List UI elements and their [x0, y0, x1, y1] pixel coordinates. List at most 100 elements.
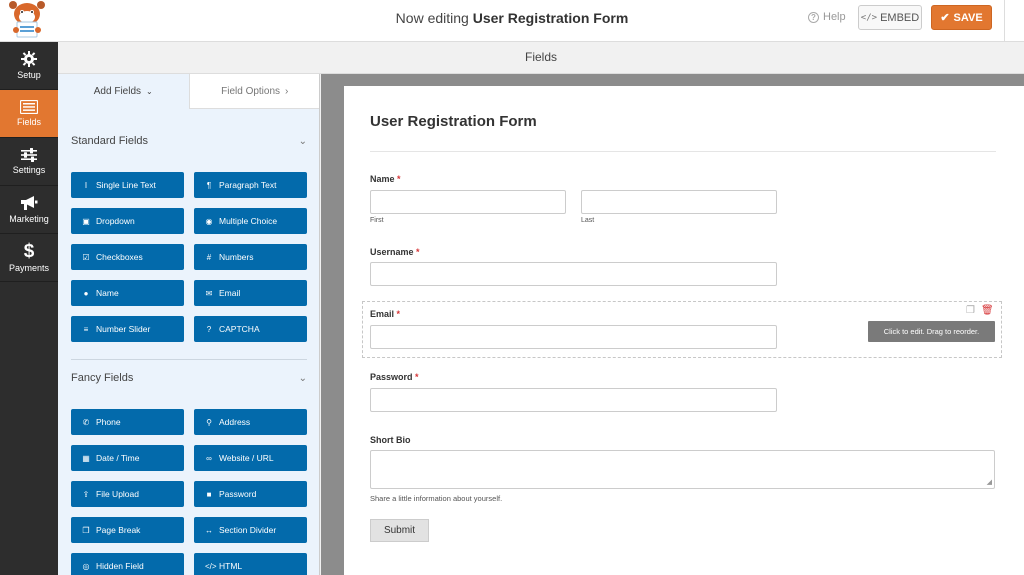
- user-icon: ●: [83, 288, 89, 298]
- field-button-date-time[interactable]: ▦ Date / Time: [71, 445, 184, 471]
- tab-add-fields[interactable]: Add Fields ⌄: [58, 74, 189, 109]
- field-button-paragraph-text[interactable]: ¶ Paragraph Text: [194, 172, 307, 198]
- field-button-file-upload[interactable]: ⇪ File Upload: [71, 481, 184, 507]
- field-button-single-line-text[interactable]: I Single Line Text: [71, 172, 184, 198]
- field-button-label: Checkboxes: [96, 252, 143, 262]
- field-button-label: Website / URL: [219, 453, 274, 463]
- field-button-label: Number Slider: [96, 324, 151, 334]
- editing-prefix: Now editing: [395, 10, 469, 26]
- megaphone-icon: [21, 196, 38, 210]
- top-bar: Now editing User Registration Form ? Hel…: [0, 0, 1024, 42]
- field-button-label: Password: [219, 489, 257, 499]
- field-button-section-divider[interactable]: ↔ Section Divider: [194, 517, 307, 543]
- fields-panel: Add Fields ⌄ Field Options › Standard Fi…: [58, 74, 320, 575]
- nav-payments[interactable]: $ Payments: [0, 234, 58, 282]
- chevron-down-icon: ⌄: [298, 135, 307, 147]
- section-header: Fields: [58, 42, 1024, 74]
- field-button-label: Phone: [96, 417, 121, 427]
- field-button-label: Section Divider: [219, 525, 277, 535]
- nav-marketing[interactable]: Marketing: [0, 186, 58, 234]
- nav-setup[interactable]: Setup: [0, 42, 58, 90]
- field-button-label: Hidden Field: [96, 561, 144, 571]
- field-button-label: Address: [219, 417, 251, 427]
- field-button-label: Numbers: [219, 252, 254, 262]
- field-button-website-url[interactable]: ∞ Website / URL: [194, 445, 307, 471]
- tab-field-options[interactable]: Field Options ›: [188, 74, 319, 109]
- required-mark: *: [396, 309, 401, 319]
- email-label: Email *: [370, 309, 400, 319]
- field-button-label: Page Break: [96, 525, 141, 535]
- field-button-name[interactable]: ● Name: [71, 280, 184, 306]
- embed-label: EMBED: [880, 11, 920, 24]
- paragraph-icon: ¶: [206, 180, 212, 190]
- eye-slash-icon: ◎: [82, 561, 90, 571]
- standard-fields-header[interactable]: Standard Fields ⌄: [71, 124, 307, 158]
- embed-button[interactable]: </> EMBED: [858, 5, 922, 30]
- field-button-number-slider[interactable]: ≡ Number Slider: [71, 316, 184, 342]
- save-label: SAVE: [953, 11, 983, 24]
- field-button-label: Single Line Text: [96, 180, 156, 190]
- password-input[interactable]: [370, 388, 777, 412]
- panel-tabs: Add Fields ⌄ Field Options ›: [58, 74, 319, 109]
- field-button-page-break[interactable]: ❐ Page Break: [71, 517, 184, 543]
- help-link[interactable]: ? Help: [808, 11, 846, 23]
- field-button-label: Paragraph Text: [219, 180, 277, 190]
- first-sublabel: First: [370, 217, 384, 224]
- required-mark: *: [397, 174, 401, 184]
- field-button-captcha[interactable]: ? CAPTCHA: [194, 316, 307, 342]
- copy-icon: ❐: [82, 525, 90, 535]
- last-sublabel: Last: [581, 217, 595, 224]
- nav-settings[interactable]: Settings: [0, 138, 58, 186]
- code-icon: </>: [860, 12, 878, 23]
- fancy-fields-title: Fancy Fields: [71, 372, 134, 384]
- dropdown-icon: ▣: [82, 216, 90, 226]
- submit-button[interactable]: Submit: [370, 519, 429, 542]
- header-divider: [1004, 0, 1005, 42]
- field-button-label: Email: [219, 288, 241, 298]
- field-button-hidden-field[interactable]: ◎ Hidden Field: [71, 553, 184, 575]
- short-bio-label: Short Bio: [370, 435, 411, 445]
- field-button-password[interactable]: ■ Password: [194, 481, 307, 507]
- edit-tooltip: Click to edit. Drag to reorder.: [868, 321, 995, 342]
- field-button-label: Multiple Choice: [219, 216, 278, 226]
- field-button-phone[interactable]: ✆ Phone: [71, 409, 184, 435]
- field-button-numbers[interactable]: # Numbers: [194, 244, 307, 270]
- field-button-multiple-choice[interactable]: ◉ Multiple Choice: [194, 208, 307, 234]
- help-label: Help: [823, 11, 846, 23]
- nav-fields[interactable]: Fields: [0, 90, 58, 138]
- last-name-input[interactable]: [581, 190, 777, 214]
- editing-form-name: User Registration Form: [472, 10, 629, 26]
- resize-grip-icon[interactable]: ◢: [987, 479, 992, 486]
- question-circle-icon: ?: [808, 11, 819, 23]
- first-name-input[interactable]: [370, 190, 566, 214]
- field-button-dropdown[interactable]: ▣ Dropdown: [71, 208, 184, 234]
- upload-icon: ⇪: [82, 489, 90, 499]
- short-bio-description: Share a little information about yoursel…: [370, 494, 503, 503]
- nav-settings-label: Settings: [12, 165, 46, 175]
- short-bio-textarea[interactable]: ◢: [370, 450, 995, 489]
- hash-icon: #: [206, 252, 212, 262]
- field-button-label: Name: [96, 288, 119, 298]
- section-title: Fields: [524, 50, 557, 64]
- tab-field-options-label: Field Options: [221, 85, 281, 97]
- standard-fields-title: Standard Fields: [71, 135, 149, 147]
- field-button-checkboxes[interactable]: ☑ Checkboxes: [71, 244, 184, 270]
- checkbox-icon: ☑: [82, 252, 90, 262]
- field-button-html[interactable]: </> HTML: [194, 553, 307, 575]
- duplicate-icon[interactable]: ❐: [966, 305, 975, 316]
- nav-marketing-label: Marketing: [9, 214, 49, 224]
- nav-payments-label: Payments: [8, 263, 50, 273]
- fancy-fields-header[interactable]: Fancy Fields ⌄: [71, 361, 307, 395]
- field-button-label: Date / Time: [96, 453, 140, 463]
- nav-setup-label: Setup: [17, 70, 41, 80]
- field-button-label: Dropdown: [96, 216, 135, 226]
- code-icon: </>: [205, 561, 217, 571]
- email-input[interactable]: [370, 325, 777, 349]
- gear-icon: [21, 51, 37, 67]
- field-button-address[interactable]: ⚲ Address: [194, 409, 307, 435]
- fields-icon: [20, 100, 38, 114]
- save-button[interactable]: ✔ SAVE: [931, 5, 992, 30]
- trash-icon[interactable]: 🗑: [981, 305, 994, 316]
- field-button-email[interactable]: ✉ Email: [194, 280, 307, 306]
- username-input[interactable]: [370, 262, 777, 286]
